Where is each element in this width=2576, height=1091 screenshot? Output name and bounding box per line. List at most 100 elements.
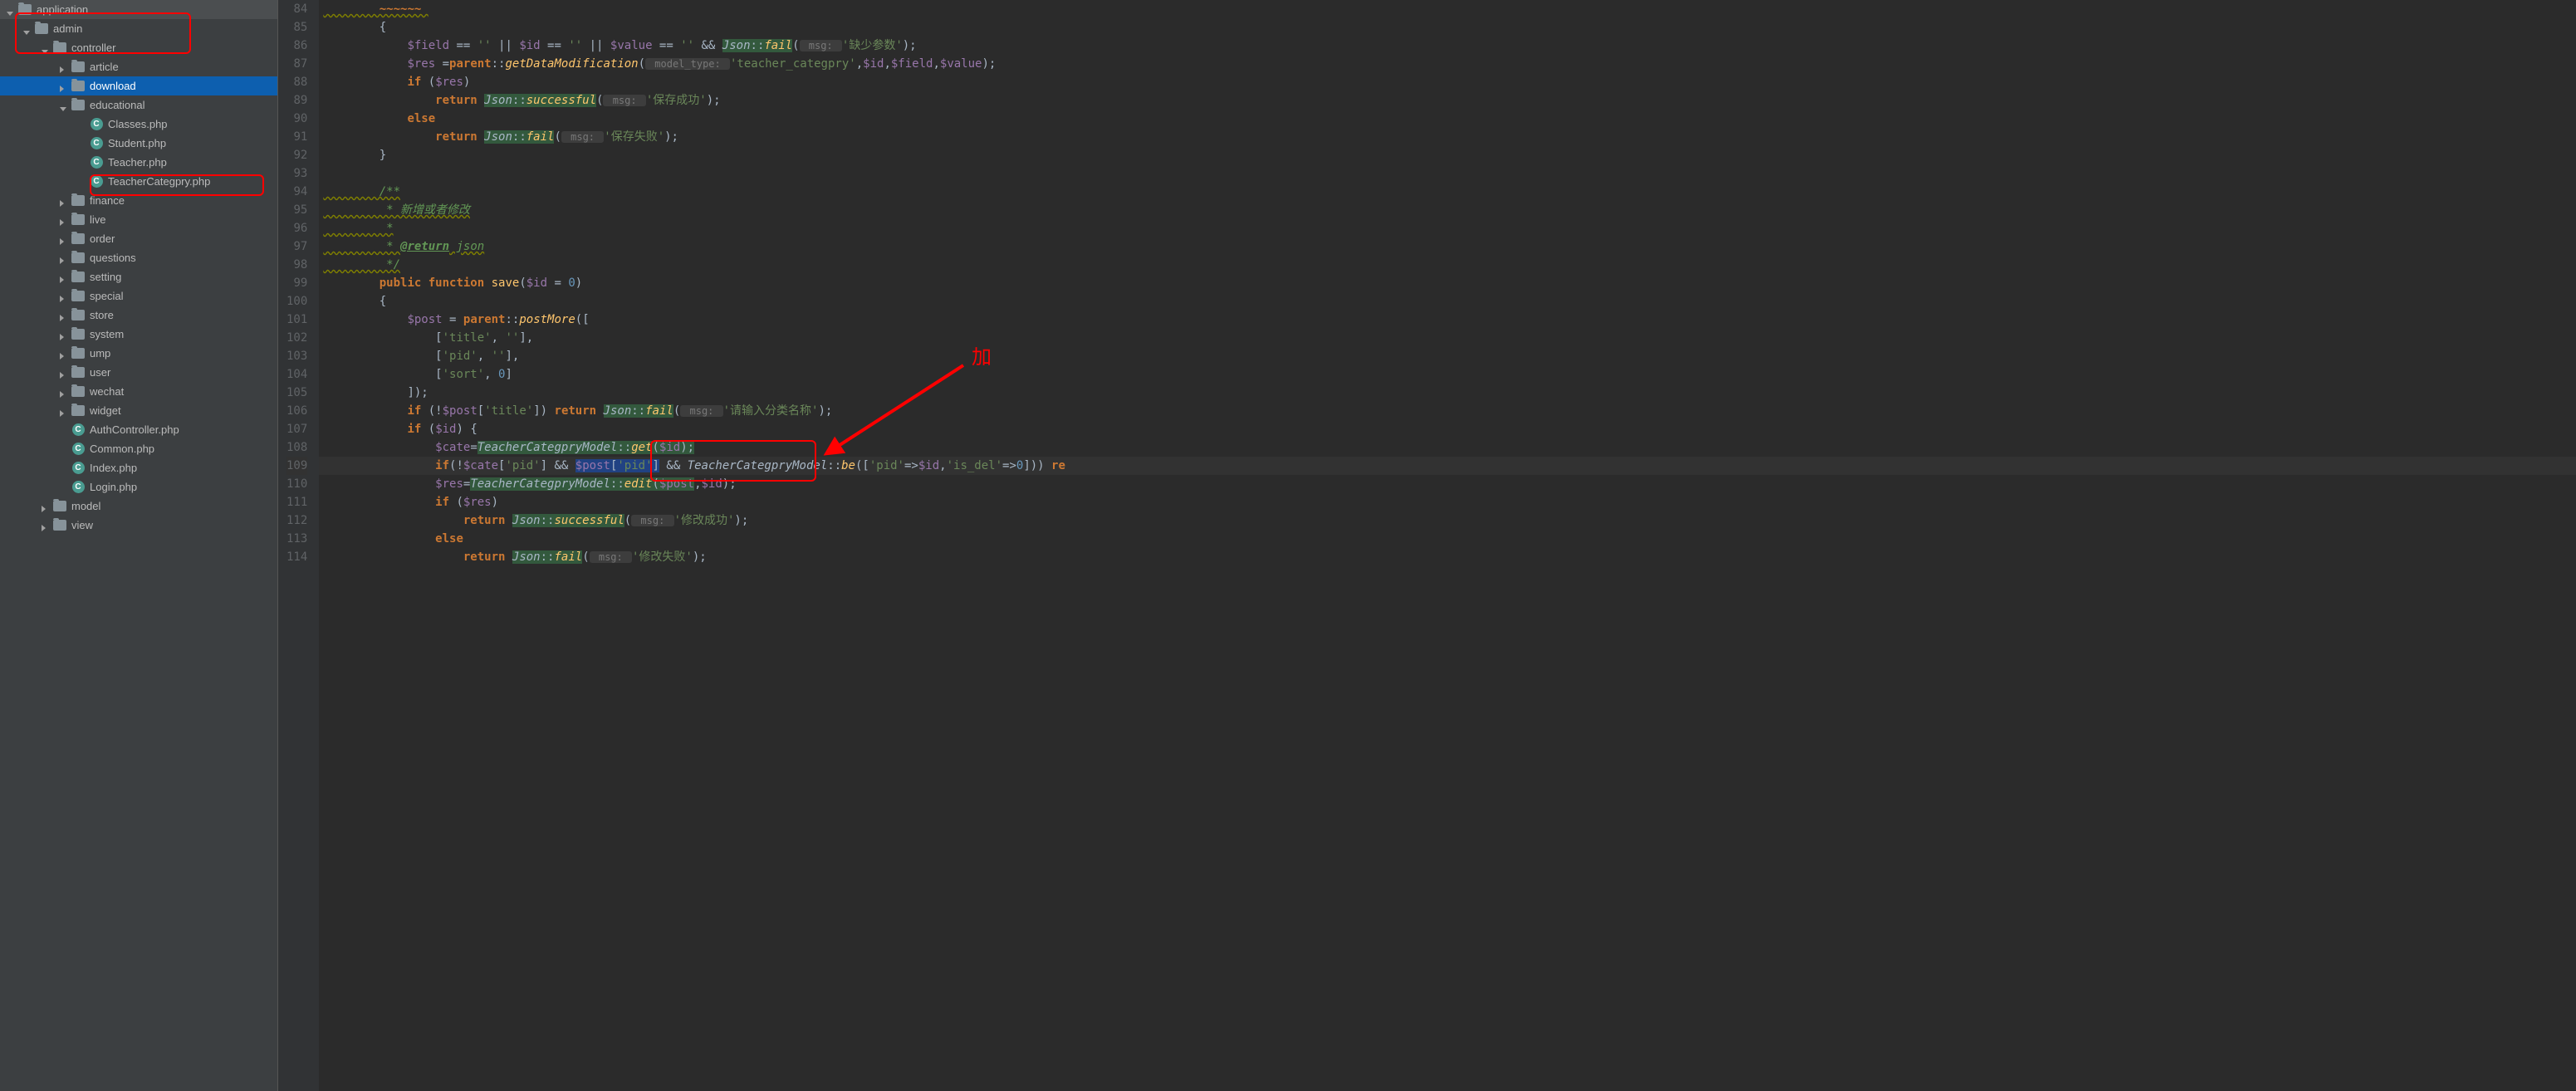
gutter-line-number[interactable]: 104 — [286, 365, 307, 384]
tree-item-wechat[interactable]: wechat — [0, 382, 277, 401]
tree-item-special[interactable]: special — [0, 286, 277, 306]
gutter-line-number[interactable]: 106 — [286, 402, 307, 420]
gutter-line-number[interactable]: 99 — [286, 274, 307, 292]
tree-item-finance[interactable]: finance — [0, 191, 277, 210]
code-line[interactable]: ~~~~~~ — [319, 0, 2576, 18]
tree-item-admin[interactable]: admin — [0, 19, 277, 38]
tree-item-widget[interactable]: widget — [0, 401, 277, 420]
code-line[interactable] — [319, 164, 2576, 183]
tree-arrow-icon[interactable] — [23, 25, 32, 33]
editor-content[interactable]: ~~~~~~ { $field == '' || $id == '' || $v… — [319, 0, 2576, 1091]
code-line[interactable]: $res=TeacherCategpryModel::edit($post,$i… — [319, 475, 2576, 493]
tree-arrow-icon[interactable] — [42, 502, 50, 511]
code-line[interactable]: $post = parent::postMore([ — [319, 311, 2576, 329]
tree-item-classes-php[interactable]: CClasses.php — [0, 115, 277, 134]
gutter-line-number[interactable]: 113 — [286, 530, 307, 548]
gutter-line-number[interactable]: 109 — [286, 457, 307, 475]
tree-arrow-icon[interactable] — [60, 197, 68, 205]
code-line[interactable]: if ($res) — [319, 73, 2576, 91]
tree-arrow-icon[interactable] — [60, 311, 68, 320]
tree-arrow-icon[interactable] — [60, 216, 68, 224]
code-line[interactable]: { — [319, 18, 2576, 37]
tree-item-view[interactable]: view — [0, 516, 277, 535]
tree-item-store[interactable]: store — [0, 306, 277, 325]
tree-arrow-icon[interactable] — [60, 292, 68, 301]
code-line[interactable]: return Json::fail( msg: '保存失败'); — [319, 128, 2576, 146]
tree-item-common-php[interactable]: CCommon.php — [0, 439, 277, 458]
code-line[interactable]: */ — [319, 256, 2576, 274]
tree-item-setting[interactable]: setting — [0, 267, 277, 286]
tree-arrow-icon[interactable] — [60, 350, 68, 358]
code-line[interactable]: $field == '' || $id == '' || $value == '… — [319, 37, 2576, 55]
code-line[interactable]: ['title', ''], — [319, 329, 2576, 347]
gutter-line-number[interactable]: 105 — [286, 384, 307, 402]
tree-item-model[interactable]: model — [0, 497, 277, 516]
tree-arrow-icon[interactable] — [60, 330, 68, 339]
tree-item-article[interactable]: article — [0, 57, 277, 76]
gutter-line-number[interactable]: 86 — [286, 37, 307, 55]
tree-arrow-icon[interactable] — [60, 254, 68, 262]
code-line[interactable]: $cate=TeacherCategpryModel::get($id); — [319, 438, 2576, 457]
gutter-line-number[interactable]: 102 — [286, 329, 307, 347]
gutter-line-number[interactable]: 101 — [286, 311, 307, 329]
gutter-line-number[interactable]: 110 — [286, 475, 307, 493]
tree-item-order[interactable]: order — [0, 229, 277, 248]
gutter-line-number[interactable]: 95 — [286, 201, 307, 219]
gutter-line-number[interactable]: 96 — [286, 219, 307, 237]
tree-arrow-icon[interactable] — [60, 63, 68, 71]
tree-item-student-php[interactable]: CStudent.php — [0, 134, 277, 153]
tree-item-authcontroller-php[interactable]: CAuthController.php — [0, 420, 277, 439]
code-line[interactable]: return Json::successful( msg: '保存成功'); — [319, 91, 2576, 110]
gutter-line-number[interactable]: 91 — [286, 128, 307, 146]
code-line[interactable]: ['pid', ''], — [319, 347, 2576, 365]
tree-arrow-icon[interactable] — [60, 407, 68, 415]
tree-item-live[interactable]: live — [0, 210, 277, 229]
gutter-line-number[interactable]: 112 — [286, 511, 307, 530]
tree-item-index-php[interactable]: CIndex.php — [0, 458, 277, 477]
tree-arrow-icon[interactable] — [60, 235, 68, 243]
tree-item-application[interactable]: application — [0, 0, 277, 19]
code-editor[interactable]: 8485868788899091929394959697989910010110… — [278, 0, 2576, 1091]
gutter-line-number[interactable]: 93 — [286, 164, 307, 183]
gutter-line-number[interactable]: 111 — [286, 493, 307, 511]
gutter-line-number[interactable]: 114 — [286, 548, 307, 566]
code-line[interactable]: return Json::successful( msg: '修改成功'); — [319, 511, 2576, 530]
tree-arrow-icon[interactable] — [42, 44, 50, 52]
gutter-line-number[interactable]: 85 — [286, 18, 307, 37]
code-line[interactable]: if (!$post['title']) return Json::fail( … — [319, 402, 2576, 420]
file-tree-sidebar[interactable]: applicationadmincontrollerarticledownloa… — [0, 0, 278, 1091]
gutter-line-number[interactable]: 103 — [286, 347, 307, 365]
tree-arrow-icon[interactable] — [60, 388, 68, 396]
code-line[interactable]: public function save($id = 0) — [319, 274, 2576, 292]
code-line[interactable]: /** — [319, 183, 2576, 201]
code-line[interactable]: ['sort', 0] — [319, 365, 2576, 384]
code-line[interactable]: else — [319, 110, 2576, 128]
gutter-line-number[interactable]: 94 — [286, 183, 307, 201]
tree-item-login-php[interactable]: CLogin.php — [0, 477, 277, 497]
gutter-line-number[interactable]: 84 — [286, 0, 307, 18]
code-line[interactable]: ]); — [319, 384, 2576, 402]
tree-item-ump[interactable]: ump — [0, 344, 277, 363]
tree-item-system[interactable]: system — [0, 325, 277, 344]
code-line[interactable]: if(!$cate['pid'] && $post['pid'] && Teac… — [319, 457, 2576, 475]
code-line[interactable]: if ($id) { — [319, 420, 2576, 438]
gutter-line-number[interactable]: 87 — [286, 55, 307, 73]
tree-arrow-icon[interactable] — [60, 369, 68, 377]
code-line[interactable]: * 新增或者修改 — [319, 201, 2576, 219]
gutter-line-number[interactable]: 92 — [286, 146, 307, 164]
tree-arrow-icon[interactable] — [7, 6, 15, 14]
code-line[interactable]: { — [319, 292, 2576, 311]
gutter-line-number[interactable]: 88 — [286, 73, 307, 91]
code-line[interactable]: * @return json — [319, 237, 2576, 256]
gutter-line-number[interactable]: 100 — [286, 292, 307, 311]
gutter-line-number[interactable]: 108 — [286, 438, 307, 457]
code-line[interactable]: * — [319, 219, 2576, 237]
tree-item-download[interactable]: download — [0, 76, 277, 95]
tree-item-questions[interactable]: questions — [0, 248, 277, 267]
code-line[interactable]: return Json::fail( msg: '修改失败'); — [319, 548, 2576, 566]
gutter-line-number[interactable]: 107 — [286, 420, 307, 438]
code-line[interactable]: else — [319, 530, 2576, 548]
code-line[interactable]: } — [319, 146, 2576, 164]
tree-arrow-icon[interactable] — [60, 101, 68, 110]
code-line[interactable]: if ($res) — [319, 493, 2576, 511]
